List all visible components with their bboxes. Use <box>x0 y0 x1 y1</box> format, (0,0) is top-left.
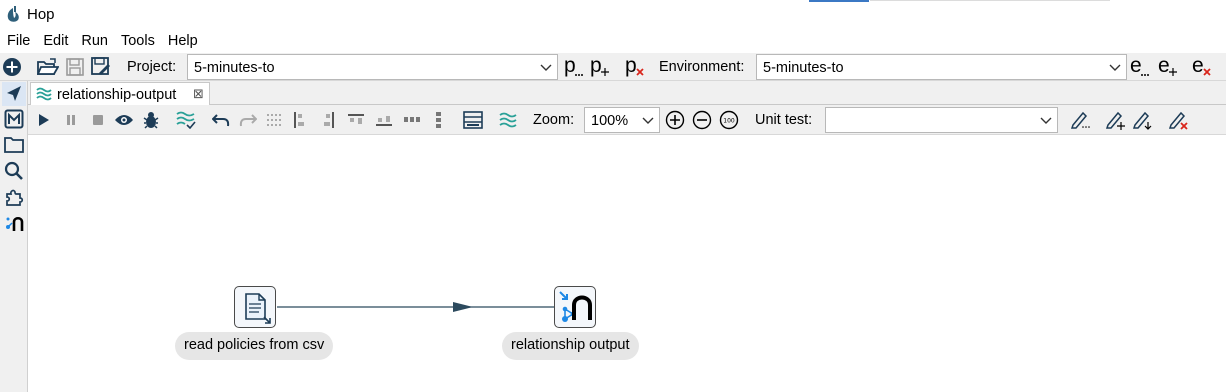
menu-help[interactable]: Help <box>168 31 198 53</box>
file-explorer-icon[interactable] <box>2 133 26 157</box>
run-icon[interactable] <box>34 110 54 130</box>
pipeline-settings-icon[interactable] <box>498 110 518 130</box>
hop-arrowhead-icon <box>453 302 473 312</box>
transform-label: read policies from csv <box>175 332 334 360</box>
snap-to-grid-icon[interactable] <box>265 110 285 130</box>
transform-read-policies[interactable] <box>234 286 276 328</box>
plus-icon <box>601 68 609 76</box>
metadata-icon[interactable] <box>2 107 26 131</box>
distribute-horizontal-icon[interactable] <box>402 110 422 130</box>
title-divider <box>870 0 1110 1</box>
tab-label: relationship-output <box>57 87 177 103</box>
relationship-output-icon <box>559 291 592 322</box>
pipeline-icon <box>36 87 52 101</box>
edit-project-button[interactable]: p <box>564 54 583 78</box>
open-folder-icon[interactable] <box>37 56 59 78</box>
perspective-sidebar <box>0 81 28 392</box>
tab-strip: relationship-output ⊠ <box>28 81 1226 105</box>
debug-bug-icon[interactable] <box>141 110 161 130</box>
project-label: Project: <box>127 59 177 75</box>
check-pipeline-icon[interactable] <box>176 110 196 130</box>
plus-icon <box>1169 68 1177 76</box>
menu-bar: File Edit Run Tools Help <box>0 31 1226 53</box>
add-project-button[interactable]: p <box>590 54 609 78</box>
add-unit-test-icon[interactable] <box>1105 110 1125 130</box>
menu-tools[interactable]: Tools <box>121 31 155 53</box>
chevron-down-icon <box>540 64 552 71</box>
delete-unit-test-icon[interactable] <box>1168 110 1188 130</box>
distribute-vertical-icon[interactable] <box>429 110 449 130</box>
align-left-icon[interactable] <box>290 110 310 130</box>
data-orchestration-icon[interactable] <box>2 82 26 106</box>
red-x-icon <box>636 68 644 76</box>
zoom-value: 100% <box>591 113 629 129</box>
unit-test-label: Unit test: <box>755 112 813 128</box>
pipeline-toolbar: Zoom: 100% 100 Unit test: <box>28 105 1226 135</box>
align-bottom-icon[interactable] <box>374 110 394 130</box>
search-icon[interactable] <box>2 159 26 183</box>
unit-test-select[interactable] <box>825 107 1058 133</box>
save-icon[interactable] <box>64 56 86 78</box>
add-environment-button[interactable]: e <box>1158 54 1177 78</box>
transform-label: relationship output <box>502 332 639 360</box>
svg-text:100: 100 <box>723 118 735 125</box>
delete-project-button[interactable]: p <box>625 54 644 78</box>
align-right-icon[interactable] <box>318 110 338 130</box>
zoom-100-icon[interactable]: 100 <box>719 110 739 130</box>
title-bar: Hop <box>0 0 1226 30</box>
window-title: Hop <box>27 6 55 23</box>
preview-eye-icon[interactable] <box>114 110 134 130</box>
attach-unit-test-icon[interactable] <box>1132 110 1152 130</box>
new-icon[interactable] <box>1 56 23 78</box>
zoom-out-icon[interactable] <box>692 110 712 130</box>
chevron-down-icon <box>1109 64 1121 71</box>
edit-unit-test-icon[interactable] <box>1070 110 1090 130</box>
close-tab-icon[interactable]: ⊠ <box>193 86 204 102</box>
chevron-down-icon <box>1040 117 1052 124</box>
pipeline-canvas[interactable]: read policies from csv relationship outp… <box>32 136 1226 392</box>
title-accent-bar <box>809 0 869 2</box>
edit-environment-button[interactable]: e <box>1130 54 1149 78</box>
zoom-label: Zoom: <box>533 112 575 128</box>
tab-relationship-output[interactable]: relationship-output ⊠ <box>30 82 210 105</box>
project-value: 5-minutes-to <box>194 60 275 76</box>
zoom-select[interactable]: 100% <box>584 107 660 133</box>
environment-label: Environment: <box>659 59 745 75</box>
ellipsis-icon <box>575 74 583 76</box>
redo-icon[interactable] <box>238 110 258 130</box>
menu-edit[interactable]: Edit <box>43 31 68 53</box>
menu-run[interactable]: Run <box>81 31 108 53</box>
environment-select[interactable]: 5-minutes-to <box>756 54 1127 80</box>
neo4j-icon[interactable] <box>2 211 26 235</box>
environment-value: 5-minutes-to <box>763 60 844 76</box>
main-toolbar: Project: 5-minutes-to p p p Environment:… <box>0 53 1226 81</box>
red-x-icon <box>1203 68 1211 76</box>
delete-environment-button[interactable]: e <box>1192 54 1211 78</box>
align-top-icon[interactable] <box>346 110 366 130</box>
csv-file-icon <box>245 293 271 324</box>
properties-icon[interactable] <box>463 110 483 130</box>
zoom-in-icon[interactable] <box>665 110 685 130</box>
stop-icon[interactable] <box>88 110 108 130</box>
save-as-icon[interactable] <box>90 56 112 78</box>
transform-relationship-output[interactable] <box>554 286 596 328</box>
undo-icon[interactable] <box>211 110 231 130</box>
plugins-puzzle-icon[interactable] <box>2 185 26 209</box>
menu-file[interactable]: File <box>7 31 30 53</box>
ellipsis-icon <box>1141 74 1149 76</box>
chevron-down-icon <box>642 117 654 124</box>
project-select[interactable]: 5-minutes-to <box>187 54 558 80</box>
hop-logo-icon <box>7 6 19 22</box>
pause-icon[interactable] <box>61 110 81 130</box>
